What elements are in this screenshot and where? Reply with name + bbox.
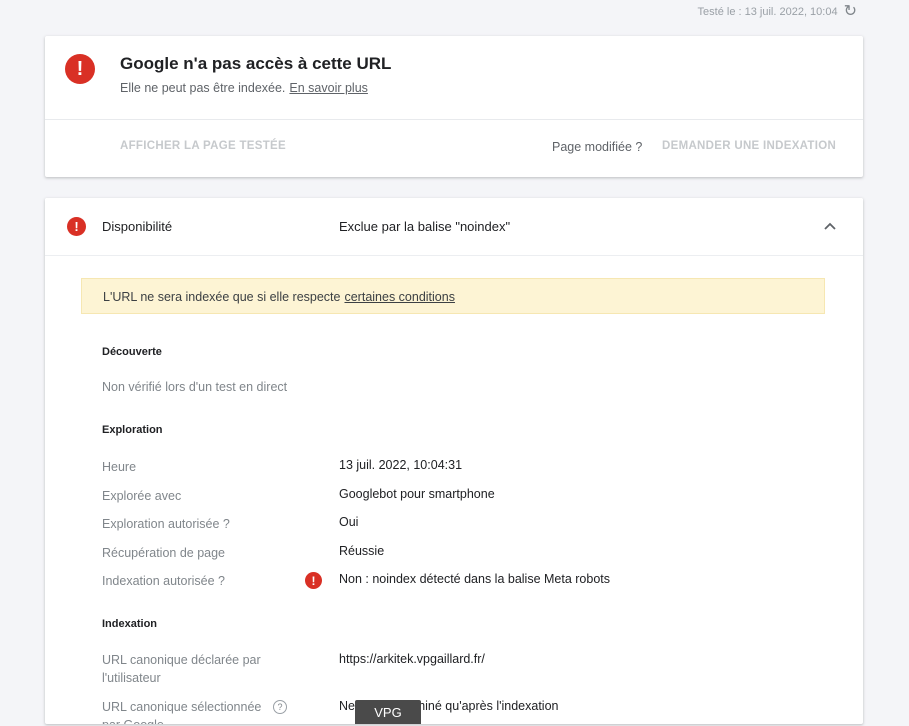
indexing-error-icon: ! (305, 572, 322, 589)
indexing-row-value: https://arkitek.vpgaillard.fr/ (339, 652, 485, 666)
summary-divider (45, 119, 863, 120)
crawl-row-value: Oui (339, 515, 359, 529)
summary-subtitle-text: Elle ne peut pas être indexée. (120, 81, 286, 95)
summary-card: ! Google n'a pas accès à cette URL Elle … (45, 36, 863, 177)
notice-text: L'URL ne sera indexée que si elle respec… (103, 290, 341, 304)
help-icon[interactable]: ? (273, 700, 287, 714)
discovery-text: Non vérifié lors d'un test en direct (102, 380, 288, 394)
test-timestamp: Testé le : 13 juil. 2022, 10:04 ↻ (698, 4, 857, 20)
refresh-icon[interactable]: ↻ (844, 4, 857, 20)
crawl-row-label: Heure (102, 460, 137, 474)
conditions-link[interactable]: certaines conditions (344, 290, 454, 304)
learn-more-link[interactable]: En savoir plus (289, 81, 368, 95)
indexing-row-label: URL canonique sélectionnée par Google (102, 700, 262, 724)
availability-card: ! Disponibilité Exclue par la balise "no… (45, 198, 863, 724)
availability-label: Disponibilité (102, 219, 173, 234)
crawl-row-value: Non : noindex détecté dans la balise Met… (339, 572, 611, 586)
availability-status: Exclue par la balise "noindex" (339, 219, 511, 234)
crawl-row-value: Googlebot pour smartphone (339, 487, 495, 501)
request-indexing-button[interactable]: DEMANDER UNE INDEXATION (662, 140, 836, 152)
vpg-watermark: VPG (355, 700, 421, 724)
crawl-row-label: Exploration autorisée ? (102, 517, 230, 531)
chevron-up-icon[interactable] (822, 218, 838, 234)
indexing-heading: Indexation (102, 618, 158, 630)
crawl-row-label: Indexation autorisée ? (102, 574, 226, 588)
crawl-row-label: Explorée avec (102, 489, 182, 503)
indexing-row-label: URL canonique déclarée par l'utilisateur (102, 653, 261, 685)
crawl-heading: Exploration (102, 424, 163, 436)
indexing-notice: L'URL ne sera indexée que si elle respec… (81, 278, 825, 314)
discovery-heading: Découverte (102, 346, 162, 358)
test-timestamp-text: Testé le : 13 juil. 2022, 10:04 (697, 6, 838, 18)
view-tested-page-button[interactable]: AFFICHER LA PAGE TESTÉE (120, 140, 286, 152)
summary-subtitle: Elle ne peut pas être indexée. En savoir … (120, 81, 368, 95)
error-icon: ! (65, 54, 95, 84)
crawl-row-value: 13 juil. 2022, 10:04:31 (339, 458, 463, 472)
crawl-row-value: Réussie (339, 544, 385, 558)
availability-header[interactable]: ! Disponibilité Exclue par la balise "no… (45, 198, 863, 256)
summary-title: Google n'a pas accès à cette URL (120, 54, 392, 73)
page-modified-label: Page modifiée ? (552, 140, 643, 154)
availability-error-icon: ! (67, 217, 86, 236)
crawl-row-label: Récupération de page (102, 546, 226, 560)
